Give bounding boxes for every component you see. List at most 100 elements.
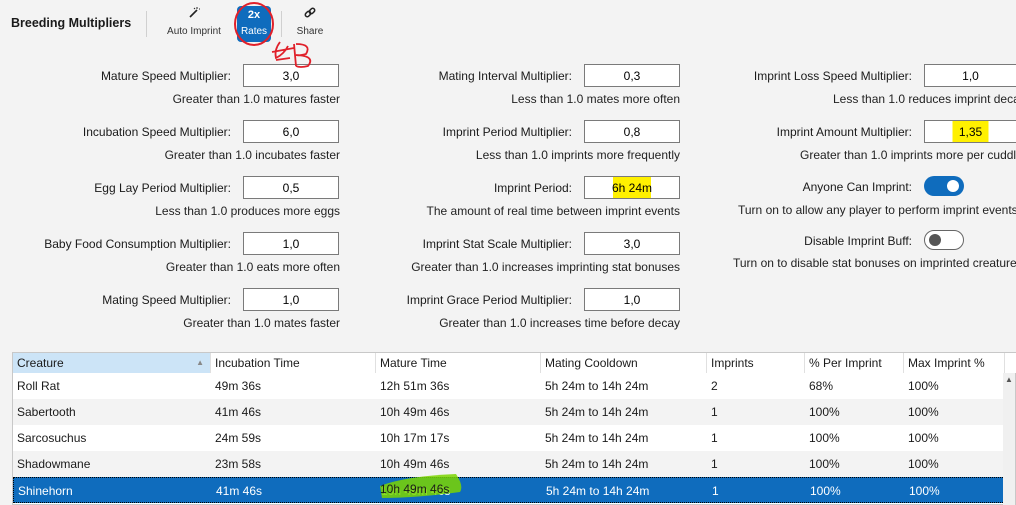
rates-label: Rates <box>240 26 268 37</box>
imprint-period-multiplier-label: Imprint Period Multiplier: <box>442 125 572 139</box>
cell-per-imprint: 100% <box>809 405 840 419</box>
toggle-knob <box>929 234 941 246</box>
column-header-incubation[interactable]: Incubation Time <box>211 353 376 373</box>
anyone-can-imprint-toggle[interactable] <box>924 176 964 196</box>
rates-2x-icon: 2x <box>247 9 261 21</box>
table-row[interactable]: Sarcosuchus 24m 59s 10h 17m 17s 5h 24m t… <box>13 425 1005 451</box>
cell-mature: 12h 51m 36s <box>380 379 450 393</box>
imprint-grace-hint: Greater than 1.0 increases time before d… <box>439 316 680 330</box>
cell-creature: Roll Rat <box>17 379 60 393</box>
baby-food-label: Baby Food Consumption Multiplier: <box>44 237 231 251</box>
table-row[interactable]: Roll Rat 49m 36s 12h 51m 36s 5h 24m to 1… <box>13 373 1005 399</box>
share-button[interactable]: Share <box>291 6 329 42</box>
cell-max-imprint: 100% <box>909 484 940 498</box>
imprint-grace-input[interactable] <box>584 288 680 311</box>
cell-incubation: 41m 46s <box>215 405 262 419</box>
cell-incubation: 23m 58s <box>215 457 262 471</box>
cell-per-imprint: 68% <box>809 379 834 393</box>
cell-max-imprint: 100% <box>908 457 939 471</box>
column-header-mature[interactable]: Mature Time <box>376 353 541 373</box>
cell-mature: 10h 49m 46s <box>381 484 451 498</box>
mating-speed-label: Mating Speed Multiplier: <box>102 293 231 307</box>
mature-speed-label: Mature Speed Multiplier: <box>100 69 231 83</box>
imprint-period-label: Imprint Period: <box>493 181 572 195</box>
incubation-speed-label: Incubation Speed Multiplier: <box>82 125 231 139</box>
cell-incubation: 24m 59s <box>215 431 262 445</box>
cell-incubation: 49m 36s <box>215 379 262 393</box>
cell-max-imprint: 100% <box>908 405 939 419</box>
cell-mature: 10h 49m 46s <box>380 457 450 471</box>
table-row-selected[interactable]: Shinehorn 41m 46s 10h 49m 46s 5h 24m to … <box>13 477 1005 503</box>
toggle-knob <box>947 180 959 192</box>
table-scrollbar[interactable]: ▲ <box>1003 373 1015 505</box>
page-title: Breeding Multipliers <box>11 16 132 30</box>
cell-creature: Shinehorn <box>18 484 73 498</box>
cell-mature: 10h 17m 17s <box>380 431 450 445</box>
column-header-max-imprint[interactable]: Max Imprint % <box>904 353 1005 373</box>
mature-speed-input[interactable] <box>243 64 339 87</box>
cell-max-imprint: 100% <box>908 379 939 393</box>
imprint-stat-scale-label: Imprint Stat Scale Multiplier: <box>422 237 572 251</box>
cell-mating-cooldown: 5h 24m to 14h 24m <box>545 379 649 393</box>
imprint-amount-label: Imprint Amount Multiplier: <box>776 125 912 139</box>
cell-mating-cooldown: 5h 24m to 14h 24m <box>545 431 649 445</box>
cell-mating-cooldown: 5h 24m to 14h 24m <box>545 405 649 419</box>
rates-button[interactable]: 2x Rates <box>237 6 271 42</box>
mature-speed-hint: Greater than 1.0 matures faster <box>172 92 340 106</box>
imprint-period-hint: The amount of real time between imprint … <box>426 204 680 218</box>
cell-per-imprint: 100% <box>809 457 840 471</box>
table-row[interactable]: Shadowmane 23m 58s 10h 49m 46s 5h 24m to… <box>13 451 1005 477</box>
toolbar-divider <box>146 11 147 37</box>
column-header-per-imprint[interactable]: % Per Imprint <box>805 353 904 373</box>
mating-interval-hint: Less than 1.0 mates more often <box>511 92 680 106</box>
cell-imprints: 2 <box>711 379 718 393</box>
toolbar: Breeding Multipliers Auto Imprint 2x Rat… <box>0 0 1016 48</box>
cell-per-imprint: 100% <box>809 431 840 445</box>
scroll-up-icon[interactable]: ▲ <box>1005 375 1013 384</box>
cell-incubation: 41m 46s <box>216 484 263 498</box>
column-header-label: Creature <box>17 356 64 370</box>
incubation-speed-hint: Greater than 1.0 incubates faster <box>164 148 340 162</box>
imprint-loss-input[interactable] <box>924 64 1016 87</box>
mating-interval-input[interactable] <box>584 64 680 87</box>
toolbar-divider <box>281 11 282 37</box>
column-header-creature[interactable]: Creature ▲ <box>13 353 211 373</box>
imprint-amount-hint: Greater than 1.0 imprints more per cuddl… <box>800 148 1016 162</box>
auto-imprint-button[interactable]: Auto Imprint <box>160 6 228 42</box>
table-row[interactable]: Sabertooth 41m 46s 10h 49m 46s 5h 24m to… <box>13 399 1005 425</box>
imprint-stat-scale-hint: Greater than 1.0 increases imprinting st… <box>411 260 680 274</box>
imprint-stat-scale-input[interactable] <box>584 232 680 255</box>
imprint-period-multiplier-input[interactable] <box>584 120 680 143</box>
baby-food-hint: Greater than 1.0 eats more often <box>165 260 340 274</box>
imprint-period-input[interactable] <box>584 176 680 199</box>
disable-imprint-buff-label: Disable Imprint Buff: <box>804 234 912 248</box>
sort-arrow-icon: ▲ <box>196 358 204 367</box>
incubation-speed-input[interactable] <box>243 120 339 143</box>
table-header: Creature ▲ Incubation Time Mature Time M… <box>13 353 1016 373</box>
cell-mating-cooldown: 5h 24m to 14h 24m <box>546 484 650 498</box>
cell-creature: Sarcosuchus <box>17 431 87 445</box>
auto-imprint-label: Auto Imprint <box>167 26 221 37</box>
imprint-loss-hint: Less than 1.0 reduces imprint decay <box>833 92 1016 106</box>
cell-mating-cooldown: 5h 24m to 14h 24m <box>545 457 649 471</box>
magic-wand-icon <box>160 6 228 24</box>
egg-lay-label: Egg Lay Period Multiplier: <box>94 181 231 195</box>
cell-imprints: 1 <box>711 405 718 419</box>
egg-lay-hint: Less than 1.0 produces more eggs <box>155 204 340 218</box>
creature-table: Creature ▲ Incubation Time Mature Time M… <box>12 352 1016 505</box>
imprint-amount-input[interactable] <box>924 120 1016 143</box>
cell-per-imprint: 100% <box>810 484 841 498</box>
mating-speed-input[interactable] <box>243 288 339 311</box>
disable-imprint-buff-toggle[interactable] <box>924 230 964 250</box>
imprint-grace-label: Imprint Grace Period Multiplier: <box>406 293 572 307</box>
cell-imprints: 1 <box>712 484 719 498</box>
mating-interval-label: Mating Interval Multiplier: <box>438 69 572 83</box>
cell-imprints: 1 <box>711 457 718 471</box>
cell-max-imprint: 100% <box>908 431 939 445</box>
mating-speed-hint: Greater than 1.0 mates faster <box>183 316 340 330</box>
column-header-imprints[interactable]: Imprints <box>707 353 805 373</box>
column-header-mating-cooldown[interactable]: Mating Cooldown <box>541 353 707 373</box>
baby-food-input[interactable] <box>243 232 339 255</box>
cell-creature: Shadowmane <box>17 457 91 471</box>
egg-lay-input[interactable] <box>243 176 339 199</box>
